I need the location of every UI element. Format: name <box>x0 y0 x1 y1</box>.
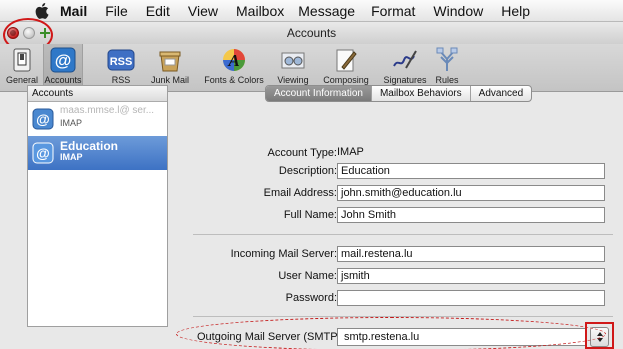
account-item[interactable]: @ maas.mmse.l@ ser... IMAP <box>28 102 167 136</box>
email-label: Email Address: <box>263 187 337 199</box>
toolbar-composing[interactable]: Composing <box>318 46 374 90</box>
username-field[interactable]: jsmith <box>337 268 605 284</box>
username-row: User Name: jsmith <box>185 268 623 286</box>
email-field[interactable]: john.smith@education.lu <box>337 185 605 201</box>
toolbar-accounts[interactable]: @ Accounts <box>43 44 83 91</box>
incoming-row: Incoming Mail Server: mail.restena.lu <box>185 246 623 264</box>
toolbar-signatures[interactable]: Signatures <box>380 46 430 90</box>
rss-icon: RSS <box>107 46 135 73</box>
toolbar-label: General <box>5 75 39 85</box>
password-label: Password: <box>285 292 337 304</box>
plus-icon <box>40 28 50 38</box>
at-sign-icon: @ <box>32 108 54 130</box>
junk-mail-icon <box>157 46 183 73</box>
fullname-row: Full Name: John Smith <box>185 207 623 225</box>
viewing-icon <box>280 46 306 73</box>
zoom-button[interactable] <box>39 27 51 39</box>
toolbar-label: Accounts <box>44 75 82 85</box>
divider <box>193 316 613 317</box>
font-colors-icon: A <box>221 46 247 73</box>
menu-view[interactable]: View <box>188 3 218 19</box>
divider <box>193 234 613 235</box>
menu-help[interactable]: Help <box>501 3 530 19</box>
fullname-label: Full Name: <box>283 209 337 221</box>
composing-icon <box>334 46 358 73</box>
menu-bar: Mail File Edit View Mailbox Message Form… <box>0 0 623 22</box>
at-sign-icon: @ <box>50 46 76 73</box>
description-label: Description: <box>278 165 337 177</box>
toolbar-label: Rules <box>435 75 459 85</box>
apple-menu-icon[interactable] <box>31 2 53 19</box>
toolbar-viewing[interactable]: Viewing <box>274 46 312 90</box>
switch-icon <box>11 46 33 73</box>
account-type: IMAP <box>60 118 83 128</box>
title-bar: Accounts <box>0 18 623 52</box>
fullname-field[interactable]: John Smith <box>337 207 605 223</box>
incoming-label: Incoming Mail Server: <box>230 248 337 260</box>
toolbar-label: Signatures <box>383 75 427 85</box>
password-field[interactable] <box>337 290 605 306</box>
toolbar-label: RSS <box>111 75 131 85</box>
outgoing-server-select[interactable]: smtp.restena.lu <box>337 328 586 346</box>
toolbar-label: Viewing <box>277 75 309 85</box>
account-type-row: Account Type: IMAP <box>185 145 623 163</box>
password-row: Password: <box>185 290 623 308</box>
close-button[interactable] <box>7 27 19 39</box>
toolbar-label: Junk Mail <box>150 75 189 85</box>
toolbar-junk-mail[interactable]: Junk Mail <box>146 46 194 90</box>
account-form: Account Type: IMAP Description: Educatio… <box>185 94 623 327</box>
accounts-list: Accounts @ maas.mmse.l@ ser... IMAP @ Ed… <box>27 85 168 327</box>
account-type-value: IMAP <box>337 146 364 158</box>
rules-icon <box>435 46 459 73</box>
incoming-server-field[interactable]: mail.restena.lu <box>337 246 605 262</box>
email-row: Email Address: john.smith@education.lu <box>185 185 623 203</box>
menu-edit[interactable]: Edit <box>146 3 170 19</box>
toolbar-fonts-colors[interactable]: A Fonts & Colors <box>200 46 268 90</box>
accounts-list-header: Accounts <box>28 86 167 102</box>
svg-text:RSS: RSS <box>110 56 133 68</box>
toolbar-label: Composing <box>323 75 369 85</box>
menu-mail[interactable]: Mail <box>60 3 87 19</box>
window-title: Accounts <box>286 26 337 40</box>
at-sign-icon: @ <box>32 142 54 164</box>
toolbar-label: Fonts & Colors <box>204 75 264 85</box>
signature-icon <box>392 46 418 73</box>
account-type-label: Account Type: <box>267 147 337 159</box>
minimize-button[interactable] <box>23 27 35 39</box>
up-down-arrows-icon <box>596 332 603 342</box>
toolbar-general[interactable]: General <box>2 46 42 90</box>
menu-window[interactable]: Window <box>433 3 483 19</box>
outgoing-server-label: Outgoing Mail Server (SMTP): <box>197 331 345 343</box>
account-type: IMAP <box>60 152 83 162</box>
account-name: maas.mmse.l@ ser... <box>60 105 155 116</box>
svg-text:@: @ <box>36 145 50 161</box>
svg-text:A: A <box>227 51 239 70</box>
menu-file[interactable]: File <box>105 3 128 19</box>
toolbar-rules[interactable]: Rules <box>433 46 461 90</box>
outgoing-server-dropdown-button[interactable] <box>590 327 609 347</box>
username-label: User Name: <box>278 270 337 282</box>
menu-format[interactable]: Format <box>371 3 415 19</box>
svg-text:@: @ <box>36 111 50 127</box>
description-field[interactable]: Education <box>337 163 605 179</box>
menu-mailbox[interactable]: Mailbox <box>236 3 284 19</box>
svg-text:@: @ <box>55 51 72 70</box>
description-row: Description: Education <box>185 163 623 181</box>
menu-message[interactable]: Message <box>298 3 355 19</box>
toolbar-rss[interactable]: RSS RSS <box>107 46 135 90</box>
